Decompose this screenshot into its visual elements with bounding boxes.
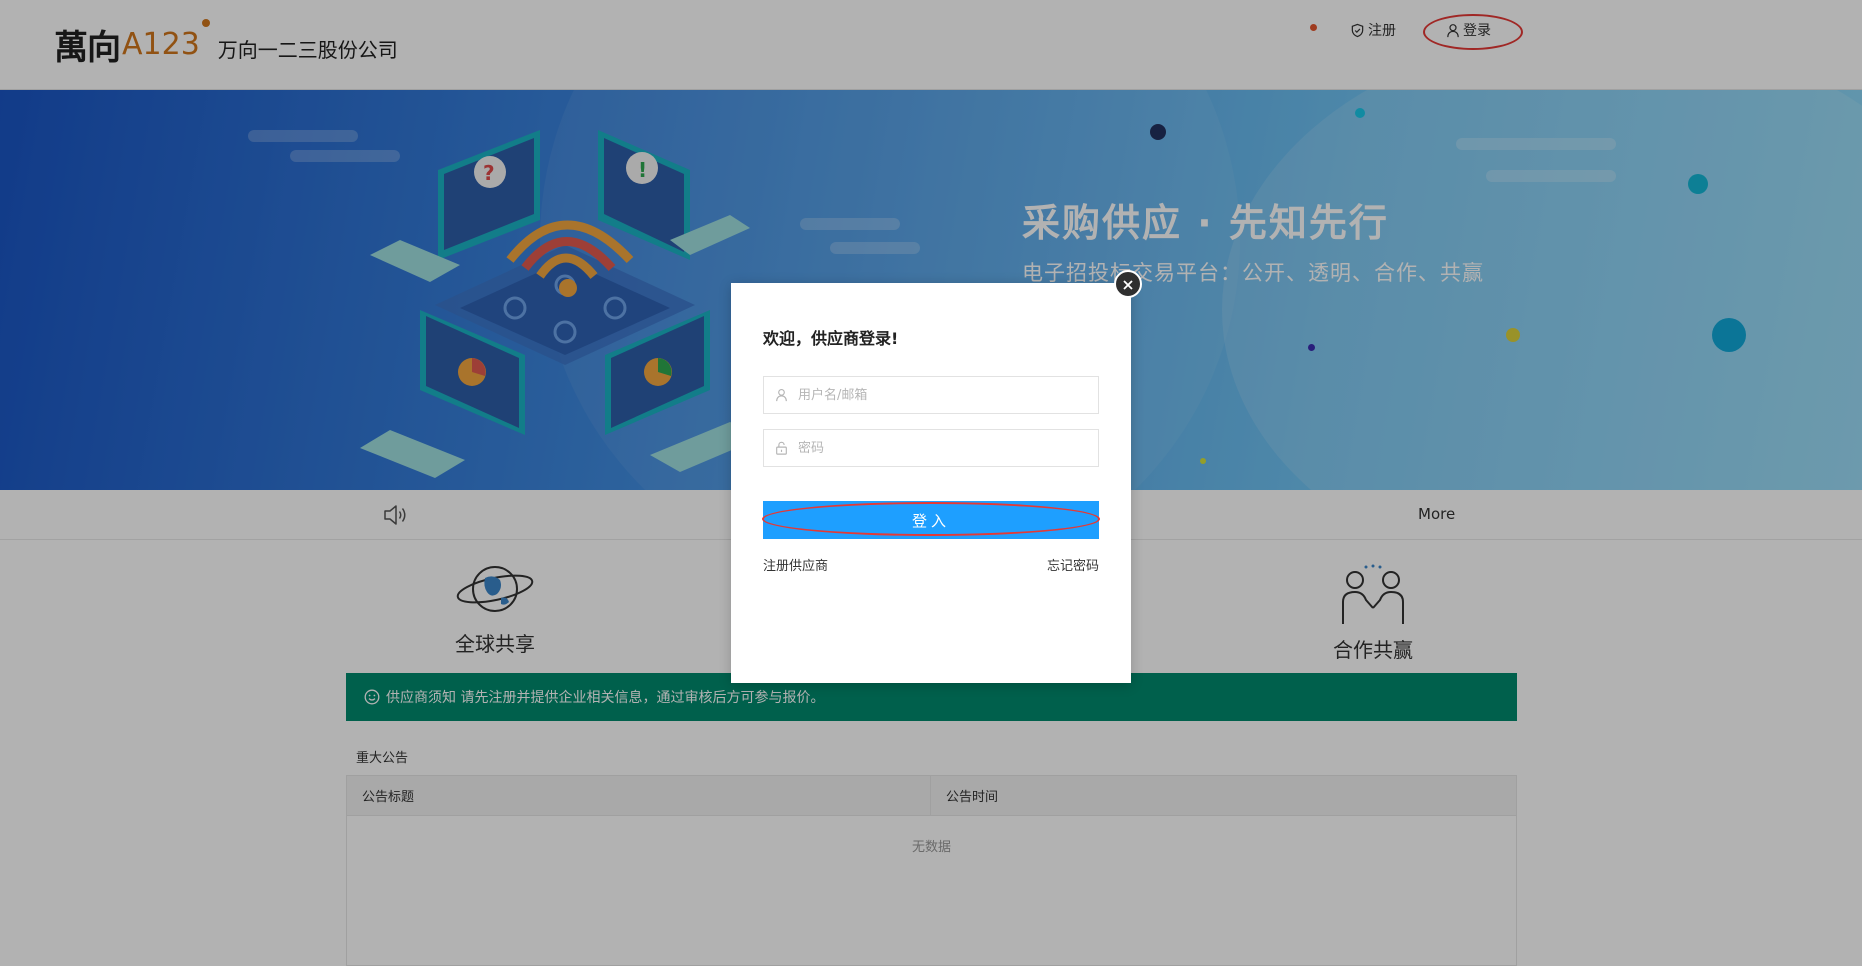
username-input[interactable] <box>798 377 1098 413</box>
lock-icon <box>764 441 798 455</box>
register-supplier-link[interactable]: 注册供应商 <box>763 555 828 574</box>
forgot-password-link[interactable]: 忘记密码 <box>1047 555 1099 574</box>
modal-title: 欢迎，供应商登录! <box>763 329 899 348</box>
login-submit-button[interactable]: 登入 <box>763 501 1099 539</box>
supplier-login-modal: 欢迎，供应商登录! 登入 注册供应商 忘记密码 <box>731 283 1131 683</box>
password-input[interactable] <box>798 430 1098 466</box>
username-field[interactable] <box>763 376 1099 414</box>
password-field[interactable] <box>763 429 1099 467</box>
modal-close-button[interactable] <box>1114 270 1142 298</box>
close-icon <box>1123 275 1133 294</box>
user-icon <box>764 388 798 402</box>
